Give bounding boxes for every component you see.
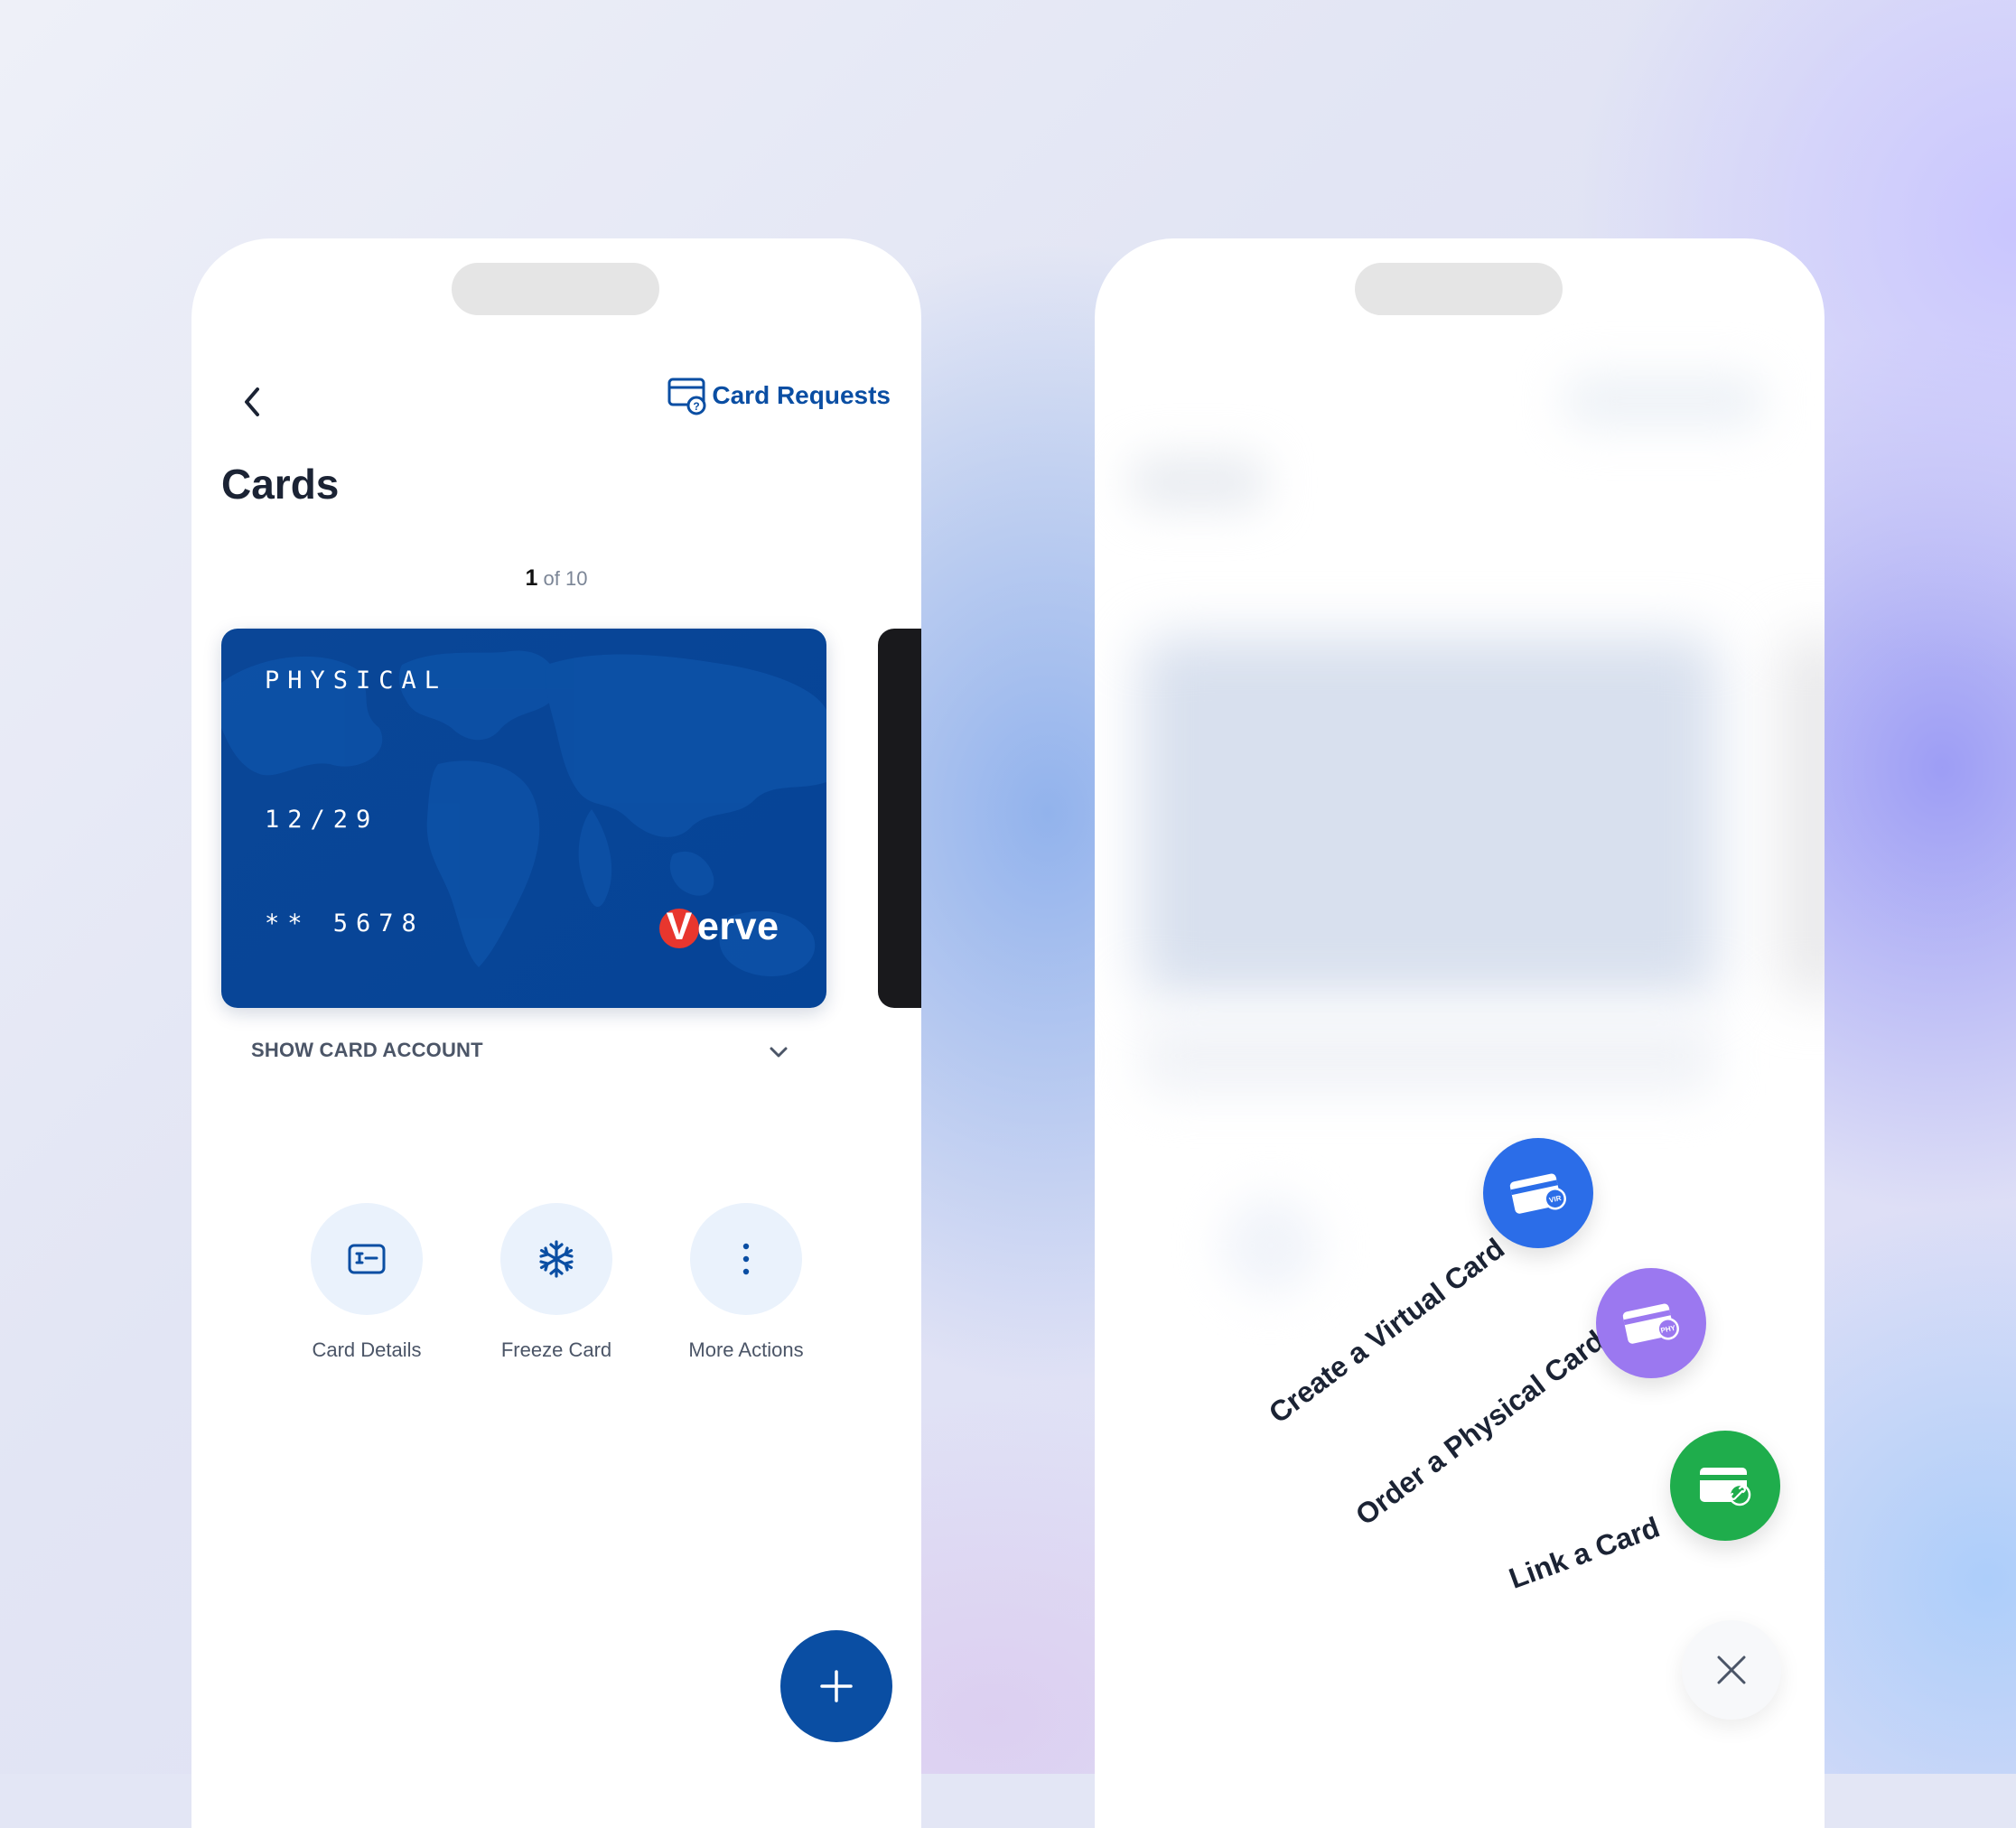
more-actions-button[interactable] <box>690 1203 802 1315</box>
page-title: Cards <box>221 461 340 508</box>
more-actions-label: More Actions <box>688 1338 804 1361</box>
create-virtual-card-button[interactable]: VIR <box>1483 1138 1593 1248</box>
card-details-button[interactable] <box>311 1203 423 1315</box>
phone-screen-cards: ? Card Requests Cards 1 of 10 PHYSICAL 1… <box>191 238 921 1828</box>
card-requests-link[interactable]: ? Card Requests <box>667 376 891 415</box>
blurred-header-link <box>1564 374 1763 428</box>
card-requests-label: Card Requests <box>712 381 891 409</box>
close-menu-button[interactable] <box>1682 1620 1781 1720</box>
freeze-card-action[interactable]: Freeze Card <box>466 1203 647 1362</box>
blurred-title <box>1131 455 1266 509</box>
card-details-label: Card Details <box>312 1338 422 1361</box>
card-request-icon: ? <box>667 378 706 415</box>
physical-card-icon: PHY <box>1622 1303 1679 1344</box>
pager-total: of 10 <box>543 567 588 590</box>
more-vertical-icon <box>742 1243 750 1275</box>
more-actions-action[interactable]: More Actions <box>656 1203 836 1362</box>
chevron-down-icon <box>770 1047 788 1058</box>
phone-notch <box>1355 263 1563 315</box>
phone-notch <box>452 263 659 315</box>
blurred-action <box>1221 1196 1321 1295</box>
snowflake-icon <box>539 1240 574 1278</box>
order-physical-card-button[interactable]: PHY <box>1596 1268 1706 1378</box>
freeze-card-label: Freeze Card <box>500 1338 612 1361</box>
card-details-action[interactable]: Card Details <box>276 1203 457 1362</box>
next-card-preview[interactable] <box>878 629 921 1008</box>
show-card-account-toggle[interactable]: SHOW CARD ACCOUNT <box>221 1024 826 1087</box>
bank-card[interactable]: PHYSICAL 12/29 ** 5678 V erve <box>221 629 826 1008</box>
phone-screen-add-card-menu: Create a Virtual Card VIR Order a Physic… <box>1095 238 1825 1828</box>
close-icon <box>1717 1655 1746 1684</box>
card-details-icon <box>348 1244 386 1274</box>
add-card-fab[interactable] <box>780 1630 892 1742</box>
blurred-next-card <box>1781 636 1825 997</box>
virtual-card-icon: VIR <box>1509 1173 1566 1214</box>
blurred-card <box>1140 636 1718 997</box>
verve-logo: V erve <box>659 901 786 950</box>
chevron-left-icon <box>245 387 259 416</box>
link-card-icon <box>1700 1468 1751 1506</box>
verve-logo-text: erve <box>697 905 779 948</box>
svg-text:?: ? <box>694 400 700 413</box>
card-number: ** 5678 <box>265 909 425 937</box>
card-pager: 1 of 10 <box>191 565 921 592</box>
link-card-label[interactable]: Link a Card <box>1505 1510 1664 1595</box>
link-card-button[interactable] <box>1670 1431 1780 1541</box>
order-physical-card-label[interactable]: Order a Physical Card <box>1349 1324 1610 1533</box>
pager-current: 1 <box>525 565 538 591</box>
blurred-panel <box>1140 1015 1718 1096</box>
freeze-card-button[interactable] <box>500 1203 612 1315</box>
card-expiry: 12/29 <box>265 806 379 834</box>
back-button[interactable] <box>229 378 276 425</box>
show-card-account-label: SHOW CARD ACCOUNT <box>251 1039 483 1061</box>
verve-logo-v: V <box>666 905 693 948</box>
plus-icon <box>820 1670 853 1702</box>
card-type-label: PHYSICAL <box>265 667 448 695</box>
